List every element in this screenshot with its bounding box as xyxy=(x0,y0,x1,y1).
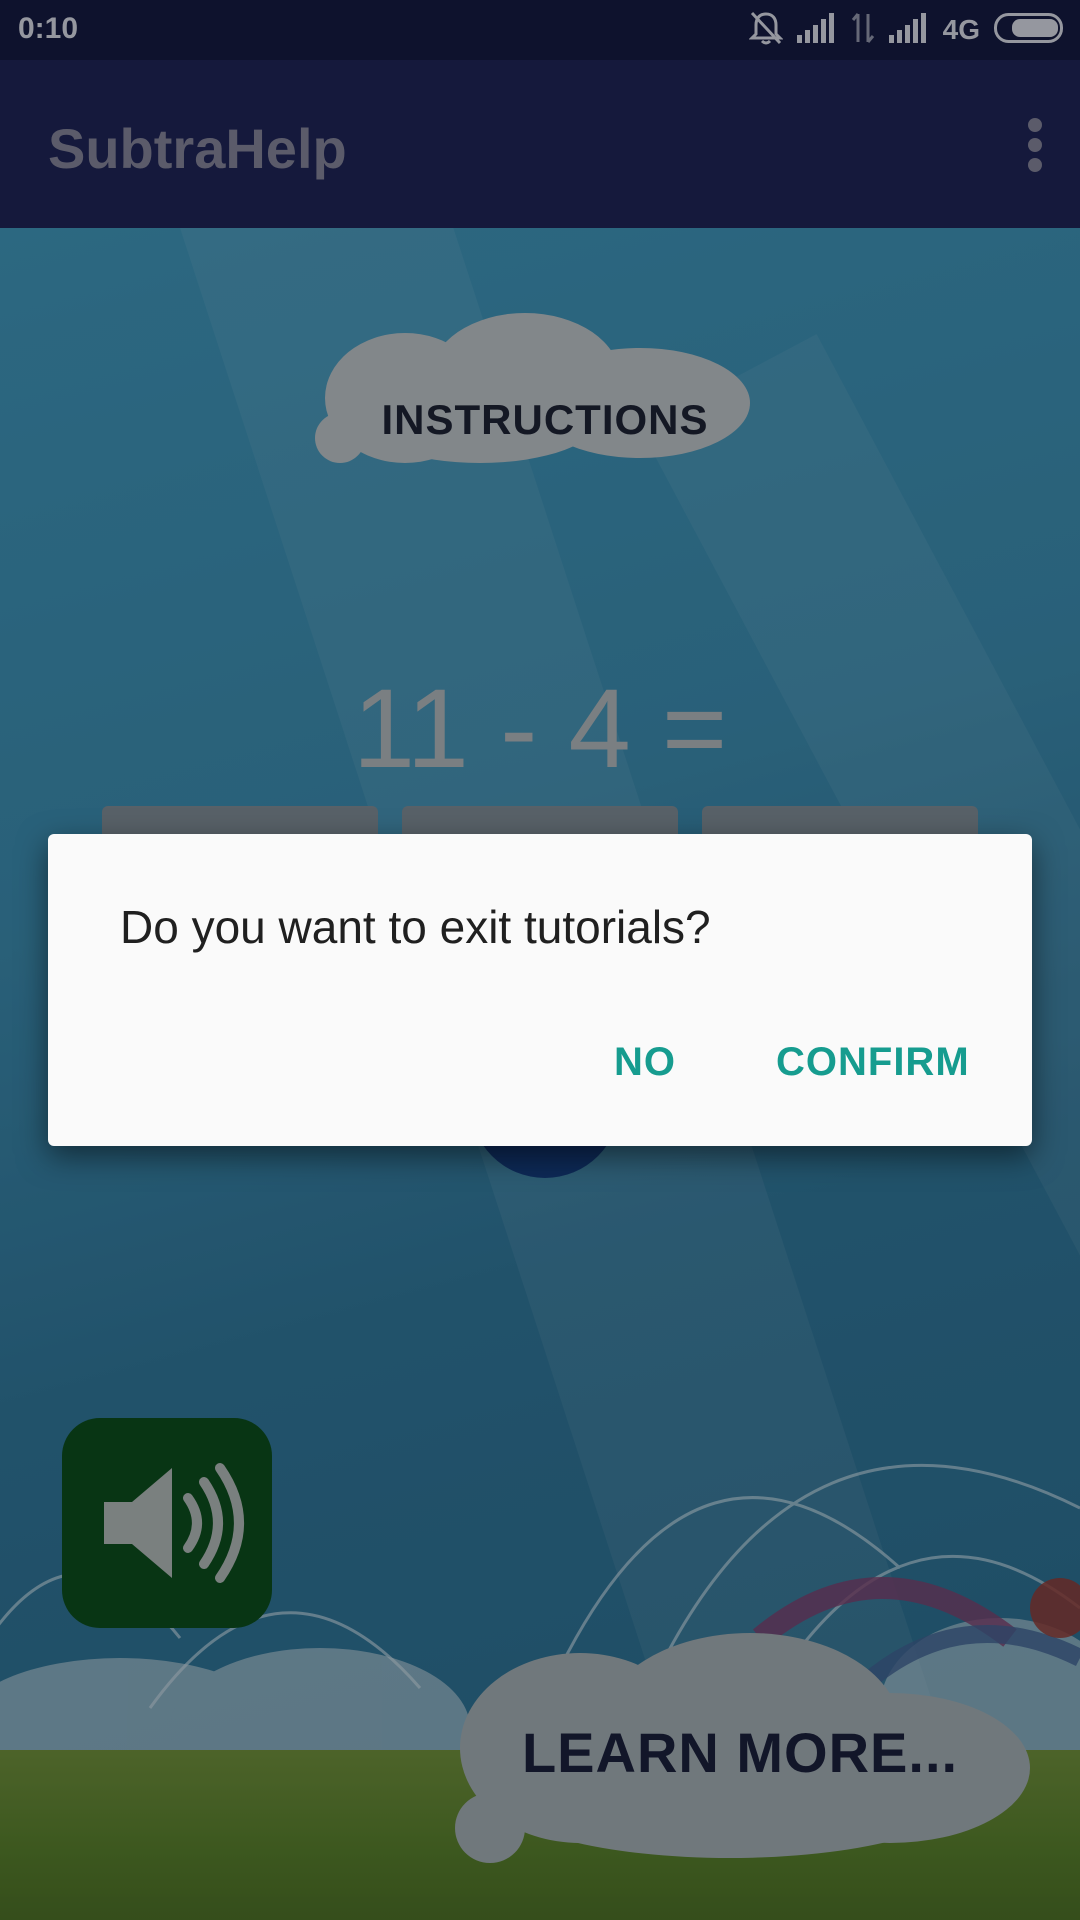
confirm-button[interactable]: CONFIRM xyxy=(776,1040,970,1085)
dialog-message: Do you want to exit tutorials? xyxy=(120,901,711,953)
exit-tutorial-dialog: Do you want to exit tutorials? NO CONFIR… xyxy=(48,834,1032,1146)
no-button[interactable]: NO xyxy=(614,1040,676,1085)
